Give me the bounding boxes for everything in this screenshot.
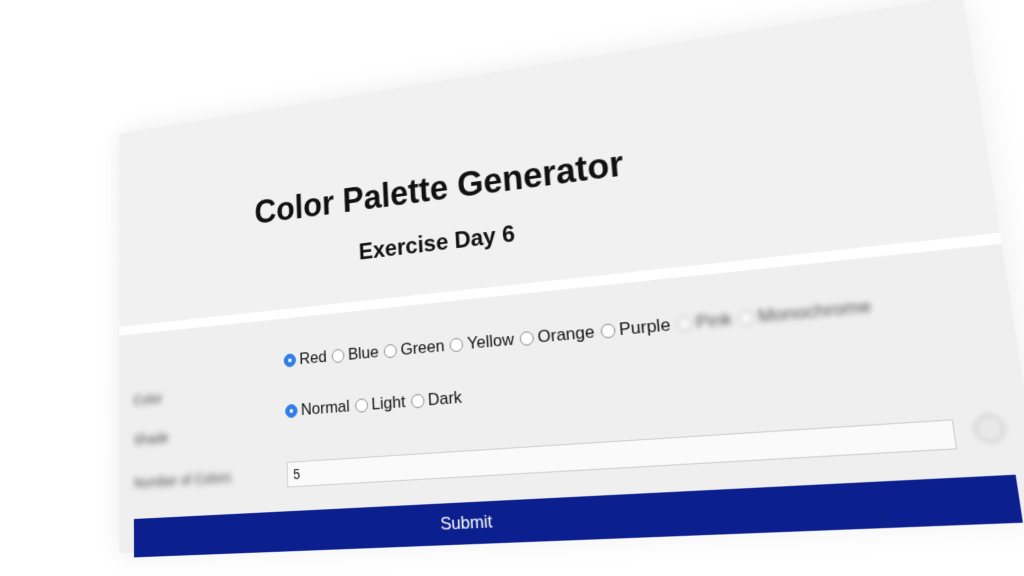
radio-button[interactable]	[449, 337, 464, 353]
radio-option-pink[interactable]: Pink	[676, 309, 733, 335]
radio-button[interactable]	[600, 323, 616, 339]
radio-button[interactable]	[331, 348, 345, 364]
stepper-icon[interactable]	[972, 413, 1007, 444]
radio-option-orange[interactable]: Orange	[519, 322, 595, 349]
shade-row-label: Shade	[133, 429, 169, 449]
radio-label: Blue	[347, 342, 380, 364]
radio-label: Light	[371, 392, 406, 414]
page: Color Palette Generator Exercise Day 6 C…	[119, 0, 1024, 558]
radio-button[interactable]	[737, 310, 755, 327]
radio-button[interactable]	[519, 330, 535, 347]
radio-label: Normal	[300, 396, 351, 419]
radio-label: Dark	[427, 387, 463, 410]
radio-option-purple[interactable]: Purple	[600, 315, 672, 342]
radio-option-normal[interactable]: Normal	[285, 397, 350, 421]
color-count-input[interactable]	[286, 419, 958, 488]
page-subtitle: Exercise Day 6	[358, 220, 516, 266]
page-title: Color Palette Generator	[254, 143, 626, 232]
radio-option-dark[interactable]: Dark	[410, 388, 462, 412]
shade-options: Normal Light Dark	[285, 387, 468, 421]
submit-label: Submit	[439, 511, 493, 534]
radio-option-light[interactable]: Light	[354, 392, 406, 416]
radio-button[interactable]	[383, 343, 398, 359]
radio-option-blue[interactable]: Blue	[331, 342, 380, 366]
radio-button[interactable]	[676, 315, 693, 332]
radio-label: Yellow	[466, 329, 515, 353]
radio-label: Pink	[694, 308, 733, 333]
radio-label: Purple	[618, 314, 672, 340]
radio-button[interactable]	[354, 398, 369, 413]
radio-button[interactable]	[410, 393, 425, 409]
radio-label: Monochrome	[756, 295, 873, 327]
color-row-label: Color	[133, 390, 163, 409]
radio-option-green[interactable]: Green	[383, 336, 446, 361]
shade-row: Shade Normal Light Dark	[119, 343, 1017, 449]
radio-label: Green	[400, 336, 446, 359]
count-row: Number of Colors	[119, 413, 1024, 491]
radio-label: Red	[299, 347, 328, 369]
submit-button[interactable]: Submit	[133, 474, 1023, 558]
radio-label: Orange	[536, 322, 596, 347]
radio-option-yellow[interactable]: Yellow	[449, 329, 515, 356]
radio-option-red[interactable]: Red	[283, 347, 328, 370]
count-row-label: Number of Colors	[133, 469, 232, 492]
radio-button[interactable]	[283, 353, 297, 368]
scene: Color Palette Generator Exercise Day 6 C…	[0, 0, 1024, 576]
radio-option-monochrome[interactable]: Monochrome	[737, 296, 872, 330]
radio-button[interactable]	[285, 403, 298, 419]
